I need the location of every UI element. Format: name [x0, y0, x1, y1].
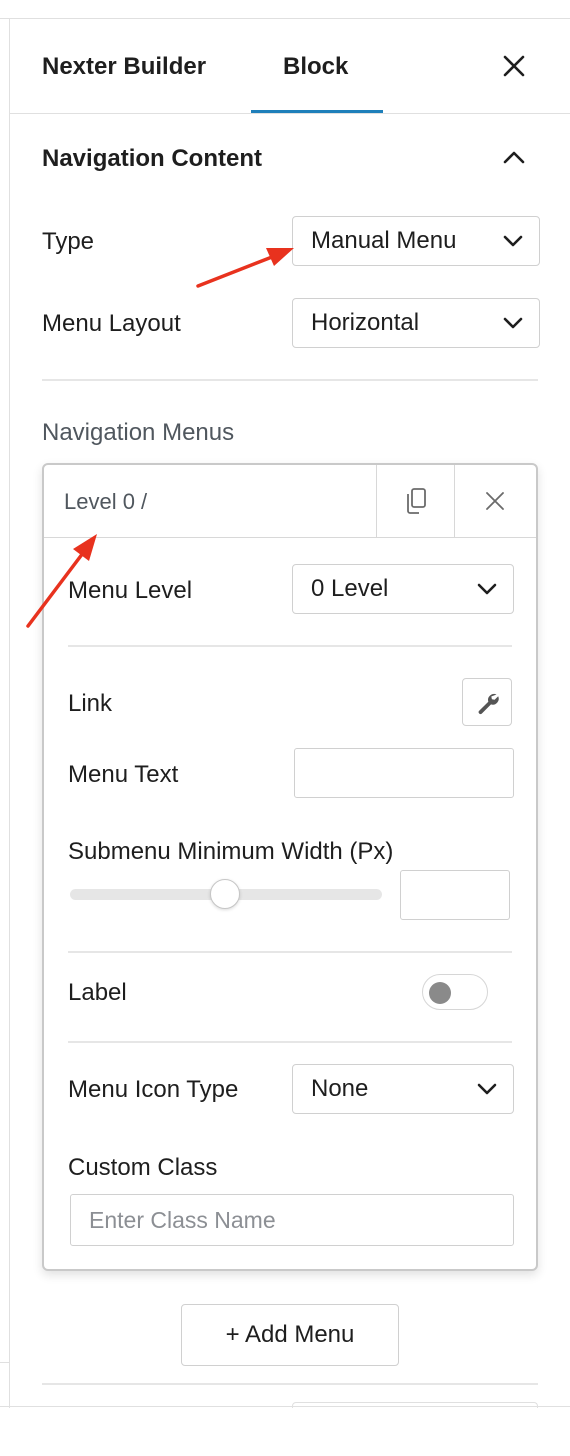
annotation-arrow: [196, 248, 294, 288]
annotation-arrow: [26, 534, 97, 628]
annotation-arrows: [26, 248, 294, 628]
